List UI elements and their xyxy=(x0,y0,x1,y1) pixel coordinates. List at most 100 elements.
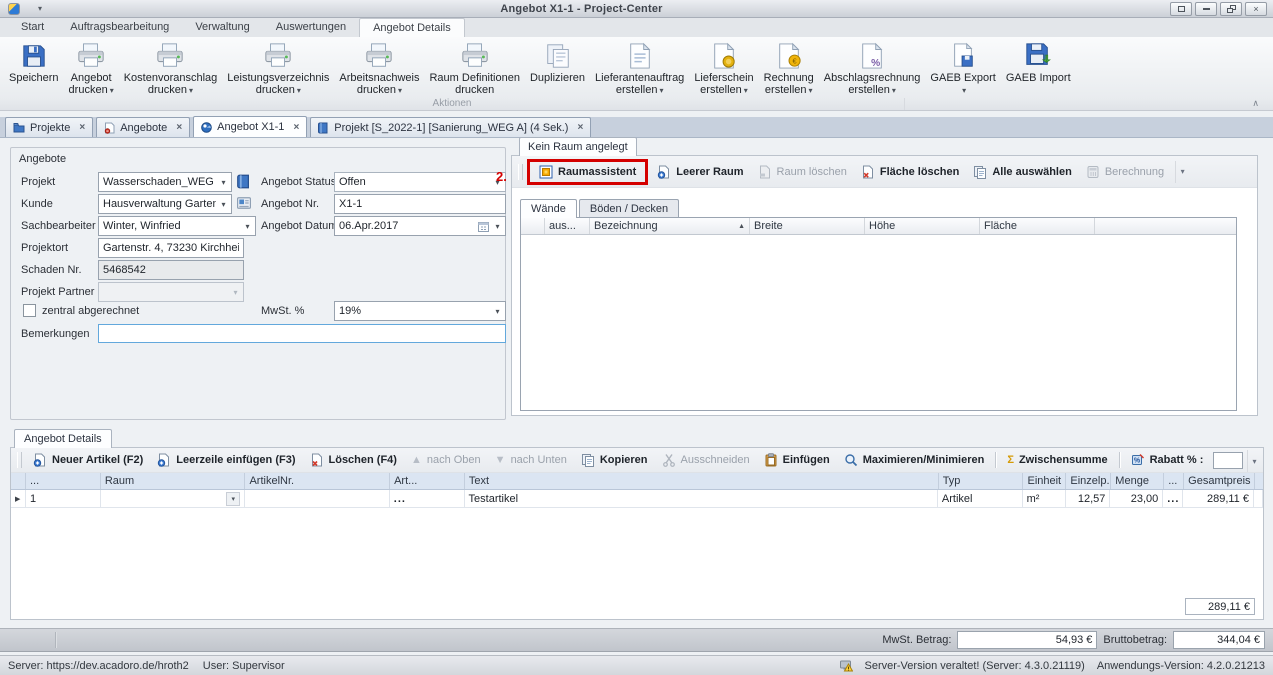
open-project-icon[interactable] xyxy=(237,174,252,189)
toolbar-overflow-button[interactable]: ▾ xyxy=(1247,450,1261,472)
doc-tab-angebote[interactable]: Angebote × xyxy=(96,117,190,137)
ribbon-tab-angebot-details[interactable]: Angebot Details xyxy=(359,18,465,37)
gaeb-export-button[interactable]: GAEB Export ▾ xyxy=(925,38,1000,99)
column-header-einheit[interactable]: Einheit xyxy=(1023,473,1066,489)
gaeb-import-button[interactable]: GAEB Import xyxy=(1001,38,1076,86)
dropdown-arrow-icon[interactable]: ▾ xyxy=(240,217,255,235)
cell-einzelpreis[interactable]: 12,57 xyxy=(1066,490,1111,508)
cell-art-ellipsis-button[interactable]: ... xyxy=(390,490,465,508)
rabatt-button[interactable]: % Rabatt % : xyxy=(1124,450,1211,470)
table-row[interactable]: ▶ 1 ▾ ... Testartikel Artikel m² 12,57 2… xyxy=(11,490,1263,508)
kunde-combo[interactable]: Hausverwaltung Gartenstraße ▾ xyxy=(98,194,232,214)
angebot-details-tab[interactable]: Angebot Details xyxy=(14,429,112,448)
fit-window-button[interactable] xyxy=(1170,2,1192,16)
sachbearbeiter-combo[interactable]: Winter, Winfried ▾ xyxy=(98,216,256,236)
mwst-combo[interactable]: 19% ▾ xyxy=(334,301,506,321)
rabatt-input[interactable] xyxy=(1213,452,1243,469)
close-tab-icon[interactable]: × xyxy=(79,122,85,133)
projekt-combo[interactable]: Wasserschaden_WEG Garte... ▾ xyxy=(98,172,232,192)
loeschen-button[interactable]: Löschen (F4) xyxy=(303,450,404,470)
toolbar-overflow-button[interactable]: ▾ xyxy=(1175,161,1189,183)
toolbar-grip[interactable] xyxy=(518,164,523,180)
column-header-art[interactable]: Art... xyxy=(390,473,465,489)
projektort-input[interactable] xyxy=(98,238,244,258)
bemerkungen-input[interactable] xyxy=(98,324,506,343)
column-header-hoehe[interactable]: Höhe xyxy=(865,218,980,234)
open-customer-icon[interactable] xyxy=(237,196,252,211)
cell-menge-ellipsis-button[interactable]: ... xyxy=(1163,490,1183,508)
angebot-nr-input[interactable] xyxy=(334,194,506,214)
cell-menge[interactable]: 23,00 xyxy=(1110,490,1163,508)
restore-button[interactable] xyxy=(1220,2,1242,16)
ribbon-tab-auftragsbearbeitung[interactable]: Auftragsbearbeitung xyxy=(57,18,182,37)
leerzeile-einfuegen-button[interactable]: Leerzeile einfügen (F3) xyxy=(150,450,302,470)
cell-gesamtpreis[interactable]: 289,11 € xyxy=(1183,490,1254,508)
ribbon-collapse-icon[interactable]: ∧ xyxy=(1252,98,1259,109)
doc-tab-angebot-x1-1[interactable]: Angebot X1-1 × xyxy=(193,116,307,137)
cell-rownum[interactable]: 1 xyxy=(26,490,101,508)
dropdown-arrow-icon[interactable]: ▾ xyxy=(226,492,240,506)
toolbar-grip[interactable] xyxy=(17,452,22,468)
column-header-menge[interactable]: Menge xyxy=(1111,473,1164,489)
flaeche-loeschen-button[interactable]: Fläche löschen xyxy=(854,162,966,182)
kostenvoranschlag-drucken-button[interactable]: Kostenvoranschlag drucken▾ xyxy=(119,38,223,99)
abschlagsrechnung-erstellen-button[interactable]: % Abschlagsrechnung erstellen▾ xyxy=(819,38,926,99)
angebot-drucken-button[interactable]: Angebot drucken▾ xyxy=(64,38,119,99)
dropdown-arrow-icon[interactable]: ▾ xyxy=(490,302,505,320)
column-header[interactable] xyxy=(1095,218,1236,234)
column-header-gesamtpreis[interactable]: Gesamtpreis xyxy=(1184,473,1255,489)
column-header-artikelnr[interactable]: ArtikelNr. xyxy=(245,473,390,489)
einfuegen-button[interactable]: Einfügen xyxy=(757,450,837,470)
leistungsverzeichnis-drucken-button[interactable]: Leistungsverzeichnis drucken▾ xyxy=(222,38,334,99)
leerer-raum-button[interactable]: Leerer Raum xyxy=(650,162,750,182)
cell-raum-combo[interactable]: ▾ xyxy=(101,490,246,508)
close-button[interactable]: × xyxy=(1245,2,1267,16)
column-header-flaeche[interactable]: Fläche xyxy=(980,218,1095,234)
zentral-abgerechnet-checkbox[interactable] xyxy=(23,304,36,317)
minimize-button[interactable] xyxy=(1195,2,1217,16)
column-header-raum[interactable]: Raum xyxy=(101,473,246,489)
dropdown-arrow-icon[interactable]: ▾ xyxy=(216,173,231,191)
cell-text[interactable]: Testartikel xyxy=(465,490,938,508)
column-header-dots[interactable]: ... xyxy=(26,473,101,489)
raum-definitionen-drucken-button[interactable]: Raum Definitionen drucken xyxy=(424,38,525,98)
cell-einheit[interactable]: m² xyxy=(1023,490,1066,508)
tab-boeden-decken[interactable]: Böden / Decken xyxy=(579,199,679,218)
tab-waende[interactable]: Wände xyxy=(520,199,577,218)
column-header-einzelpreis[interactable]: Einzelp... xyxy=(1066,473,1111,489)
close-tab-icon[interactable]: × xyxy=(176,122,182,133)
ribbon-tab-verwaltung[interactable]: Verwaltung xyxy=(182,18,262,37)
room-tab-kein-raum[interactable]: Kein Raum angelegt xyxy=(519,137,637,156)
column-header[interactable] xyxy=(11,473,26,489)
duplizieren-button[interactable]: Duplizieren xyxy=(525,38,590,86)
lieferantenauftrag-erstellen-button[interactable]: Lieferantenauftrag erstellen▾ xyxy=(590,38,689,99)
zwischensumme-button[interactable]: Σ Zwischensumme xyxy=(1000,451,1114,469)
cell-typ[interactable]: Artikel xyxy=(938,490,1023,508)
lieferschein-erstellen-button[interactable]: Lieferschein erstellen▾ xyxy=(689,38,758,99)
column-header-aus[interactable]: aus... xyxy=(545,218,590,234)
angebot-datum-picker[interactable]: 06.Apr.2017 ▾ xyxy=(334,216,506,236)
column-header[interactable] xyxy=(1255,473,1263,489)
column-header-text[interactable]: Text xyxy=(465,473,939,489)
maximieren-minimieren-button[interactable]: Maximieren/Minimieren xyxy=(837,450,992,470)
column-header[interactable] xyxy=(521,218,545,234)
schaden-nr-input[interactable] xyxy=(98,260,244,280)
column-header-typ[interactable]: Typ xyxy=(939,473,1024,489)
doc-tab-projekt-s2022[interactable]: Projekt [S_2022-1] [Sanierung_WEG A] (4 … xyxy=(310,117,591,137)
arbeitsnachweis-drucken-button[interactable]: Arbeitsnachweis drucken▾ xyxy=(334,38,424,99)
column-header-dots2[interactable]: ... xyxy=(1164,473,1184,489)
neuer-artikel-button[interactable]: Neuer Artikel (F2) xyxy=(26,450,150,470)
angebot-status-combo[interactable]: Offen ▾ xyxy=(334,172,506,192)
column-header-bezeichnung[interactable]: Bezeichnung▲ xyxy=(590,218,750,234)
column-header-breite[interactable]: Breite xyxy=(750,218,865,234)
cell-artikelnr[interactable] xyxy=(245,490,390,508)
close-tab-icon[interactable]: × xyxy=(293,122,299,133)
alle-auswaehlen-button[interactable]: Alle auswählen xyxy=(966,162,1078,182)
close-tab-icon[interactable]: × xyxy=(577,122,583,133)
raumassistent-button[interactable]: Raumassistent xyxy=(532,162,643,182)
dropdown-arrow-icon[interactable]: ▾ xyxy=(490,217,505,235)
kopieren-button[interactable]: Kopieren xyxy=(574,450,655,470)
doc-tab-projekte[interactable]: Projekte × xyxy=(5,117,93,137)
rechnung-erstellen-button[interactable]: € Rechnung erstellen▾ xyxy=(759,38,819,99)
dropdown-arrow-icon[interactable]: ▾ xyxy=(216,195,231,213)
